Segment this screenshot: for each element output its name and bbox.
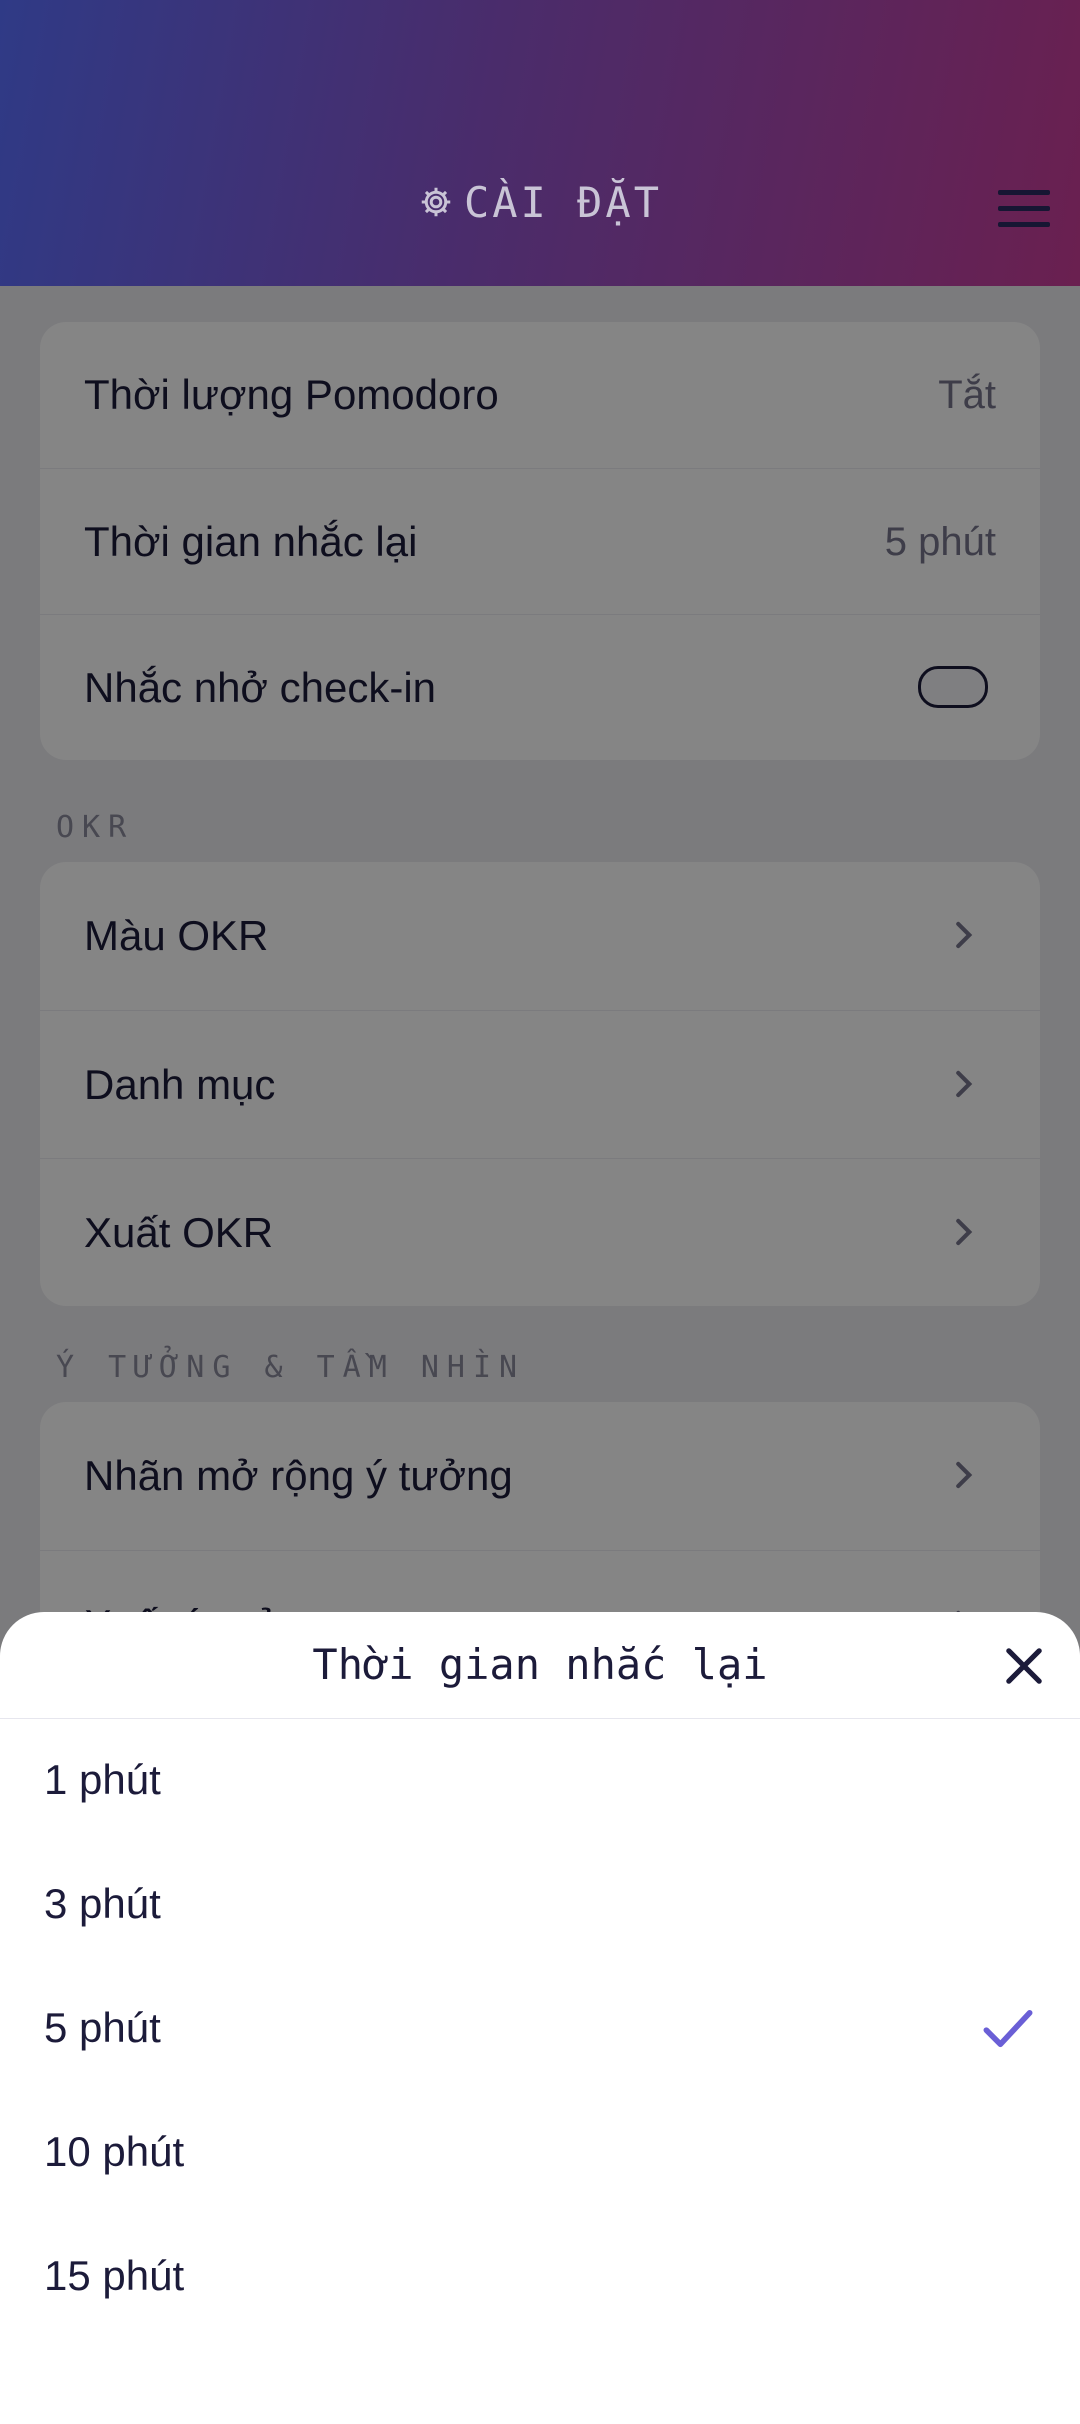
page-title-text: CÀI ĐẶT [463,178,662,227]
sheet-title: Thời gian nhắc lại [0,1612,1080,1719]
app-header: CÀI ĐẶT [0,0,1080,286]
page-title: CÀI ĐẶT [0,178,1080,230]
option-label: 1 phút [44,1756,161,1803]
option-label: 15 phút [44,2252,185,2299]
option-label: 10 phút [44,2128,185,2175]
option-10-min[interactable]: 10 phút [0,2090,1080,2214]
checkmark-icon [983,2010,1033,2048]
option-3-min[interactable]: 3 phút [0,1842,1080,1966]
option-5-min[interactable]: 5 phút [0,1966,1080,2090]
option-1-min[interactable]: 1 phút [0,1718,1080,1842]
option-15-min[interactable]: 15 phút [0,2214,1080,2338]
hamburger-menu-icon[interactable] [998,190,1050,230]
reminder-interval-sheet: Thời gian nhắc lại 1 phút 3 phút 5 phút … [0,1612,1080,2424]
option-label: 3 phút [44,1880,161,1927]
option-label: 5 phút [44,2004,161,2051]
close-icon[interactable] [998,1640,1050,1692]
gear-icon [418,181,454,230]
